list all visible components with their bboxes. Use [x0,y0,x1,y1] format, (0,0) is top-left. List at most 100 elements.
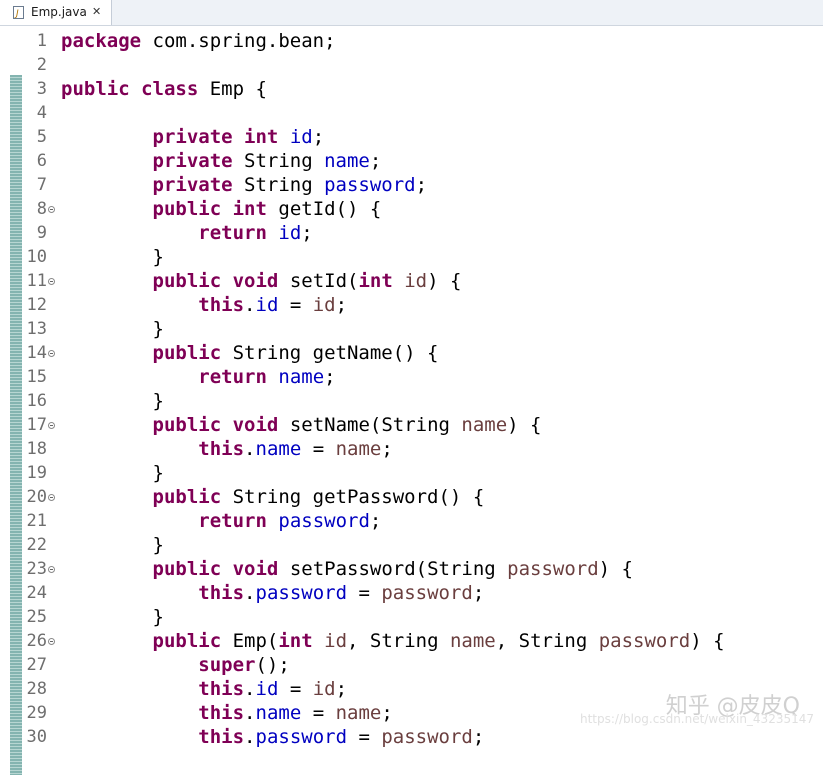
code-line[interactable]: 11 public void setId(int id) { [0,269,823,293]
code-line[interactable]: 21 return password; [0,509,823,533]
line-number: 1 [36,31,47,51]
fold-collapse-icon[interactable] [48,350,55,357]
code-line[interactable]: 12 this.id = id; [0,293,823,317]
code-text: package com.spring.bean; [61,30,336,52]
code-text: private String password; [152,174,428,196]
code-line[interactable]: 22 } [0,533,823,557]
code-editor[interactable]: 1 package com.spring.bean; 2 3 public class … [0,26,823,775]
code-line[interactable]: 3 public class Emp { [0,77,823,101]
tab-label: Emp.java [31,5,87,19]
code-line[interactable]: 8 public int getId() { [0,197,823,221]
code-text: private int id; [152,126,325,148]
code-line[interactable]: 25 } [0,605,823,629]
code-line[interactable]: 10 } [0,245,823,269]
code-text: super(); [198,654,290,676]
watermark-url: https://blog.csdn.net/weixin_43235147 [579,712,814,726]
line-number: 14 [26,343,47,363]
code-line[interactable]: 15 return name; [0,365,823,389]
line-number: 26 [26,631,47,651]
line-number: 20 [26,487,47,507]
code-text: } [61,606,164,628]
fold-collapse-icon[interactable] [48,638,55,645]
code-line[interactable]: 5 private int id; [0,125,823,149]
code-text: public int getId() { [152,198,382,220]
code-text: public void setName(String name) { [152,414,542,436]
code-line[interactable]: 14 public String getName() { [0,341,823,365]
code-text: public void setPassword(String password)… [152,558,633,580]
fold-collapse-icon[interactable] [48,494,55,501]
line-number: 29 [26,703,47,723]
line-number: 10 [26,247,47,267]
line-number: 9 [36,223,47,243]
line-number: 16 [26,391,47,411]
code-text: return password; [198,510,382,532]
code-line[interactable]: 7 private String password; [0,173,823,197]
code-line[interactable]: 6 private String name; [0,149,823,173]
code-text: public String getPassword() { [152,486,485,508]
code-text: return id; [198,222,313,244]
line-number: 4 [36,103,47,123]
close-icon[interactable]: ✕ [92,5,101,18]
line-number: 13 [26,319,47,339]
code-line[interactable]: 20 public String getPassword() { [0,485,823,509]
line-number: 25 [26,607,47,627]
line-number: 24 [26,583,47,603]
line-number: 11 [26,271,47,291]
watermark: 知乎 @皮皮Q https://blog.csdn.net/weixin_432… [540,688,820,734]
line-number: 7 [36,175,47,195]
line-number: 8 [36,199,47,219]
code-text: } [61,534,164,556]
code-line[interactable]: 17 public void setName(String name) { [0,413,823,437]
code-text: this.name = name; [198,702,393,724]
code-line[interactable]: 24 this.password = password; [0,581,823,605]
code-text: } [61,246,164,268]
line-number: 22 [26,535,47,555]
line-number: 30 [26,727,47,747]
code-line[interactable]: 23 public void setPassword(String passwo… [0,557,823,581]
code-text: this.id = id; [198,294,348,316]
java-file-icon: J [13,6,24,19]
code-text: this.id = id; [198,678,348,700]
code-text: } [61,318,164,340]
code-text: } [61,390,164,412]
code-line[interactable]: 18 this.name = name; [0,437,823,461]
code-text: this.name = name; [198,438,393,460]
code-line[interactable]: 2 [0,53,823,77]
code-line[interactable]: 13 } [0,317,823,341]
fold-collapse-icon[interactable] [48,206,55,213]
editor-tab-bar: J Emp.java ✕ [0,0,823,26]
line-number: 21 [26,511,47,531]
line-number: 2 [36,55,47,75]
code-text: } [61,462,164,484]
line-number: 19 [26,463,47,483]
line-number: 23 [26,559,47,579]
line-number: 15 [26,367,47,387]
code-text: public Emp(int id, String name, String p… [152,630,725,652]
line-number: 18 [26,439,47,459]
line-number: 6 [36,151,47,171]
line-number: 5 [36,127,47,147]
line-number: 12 [26,295,47,315]
code-text: return name; [198,366,336,388]
fold-collapse-icon[interactable] [48,422,55,429]
line-number: 17 [26,415,47,435]
code-text: public void setId(int id) { [152,270,462,292]
code-text: private String name; [152,150,382,172]
code-text: this.password = password; [198,726,485,748]
line-number: 27 [26,655,47,675]
line-number: 28 [26,679,47,699]
fold-collapse-icon[interactable] [48,278,55,285]
code-line[interactable]: 4 [0,101,823,125]
tab-emp-java[interactable]: J Emp.java ✕ [0,0,112,25]
code-line[interactable]: 16 } [0,389,823,413]
code-line[interactable]: 1 package com.spring.bean; [0,29,823,53]
code-text: public String getName() { [152,342,439,364]
code-line[interactable]: 27 super(); [0,653,823,677]
fold-collapse-icon[interactable] [48,566,55,573]
line-number: 3 [36,79,47,99]
code-line[interactable]: 9 return id; [0,221,823,245]
code-line[interactable]: 19 } [0,461,823,485]
code-line[interactable]: 26 public Emp(int id, String name, Strin… [0,629,823,653]
code-text: public class Emp { [61,78,267,100]
code-text: this.password = password; [198,582,485,604]
